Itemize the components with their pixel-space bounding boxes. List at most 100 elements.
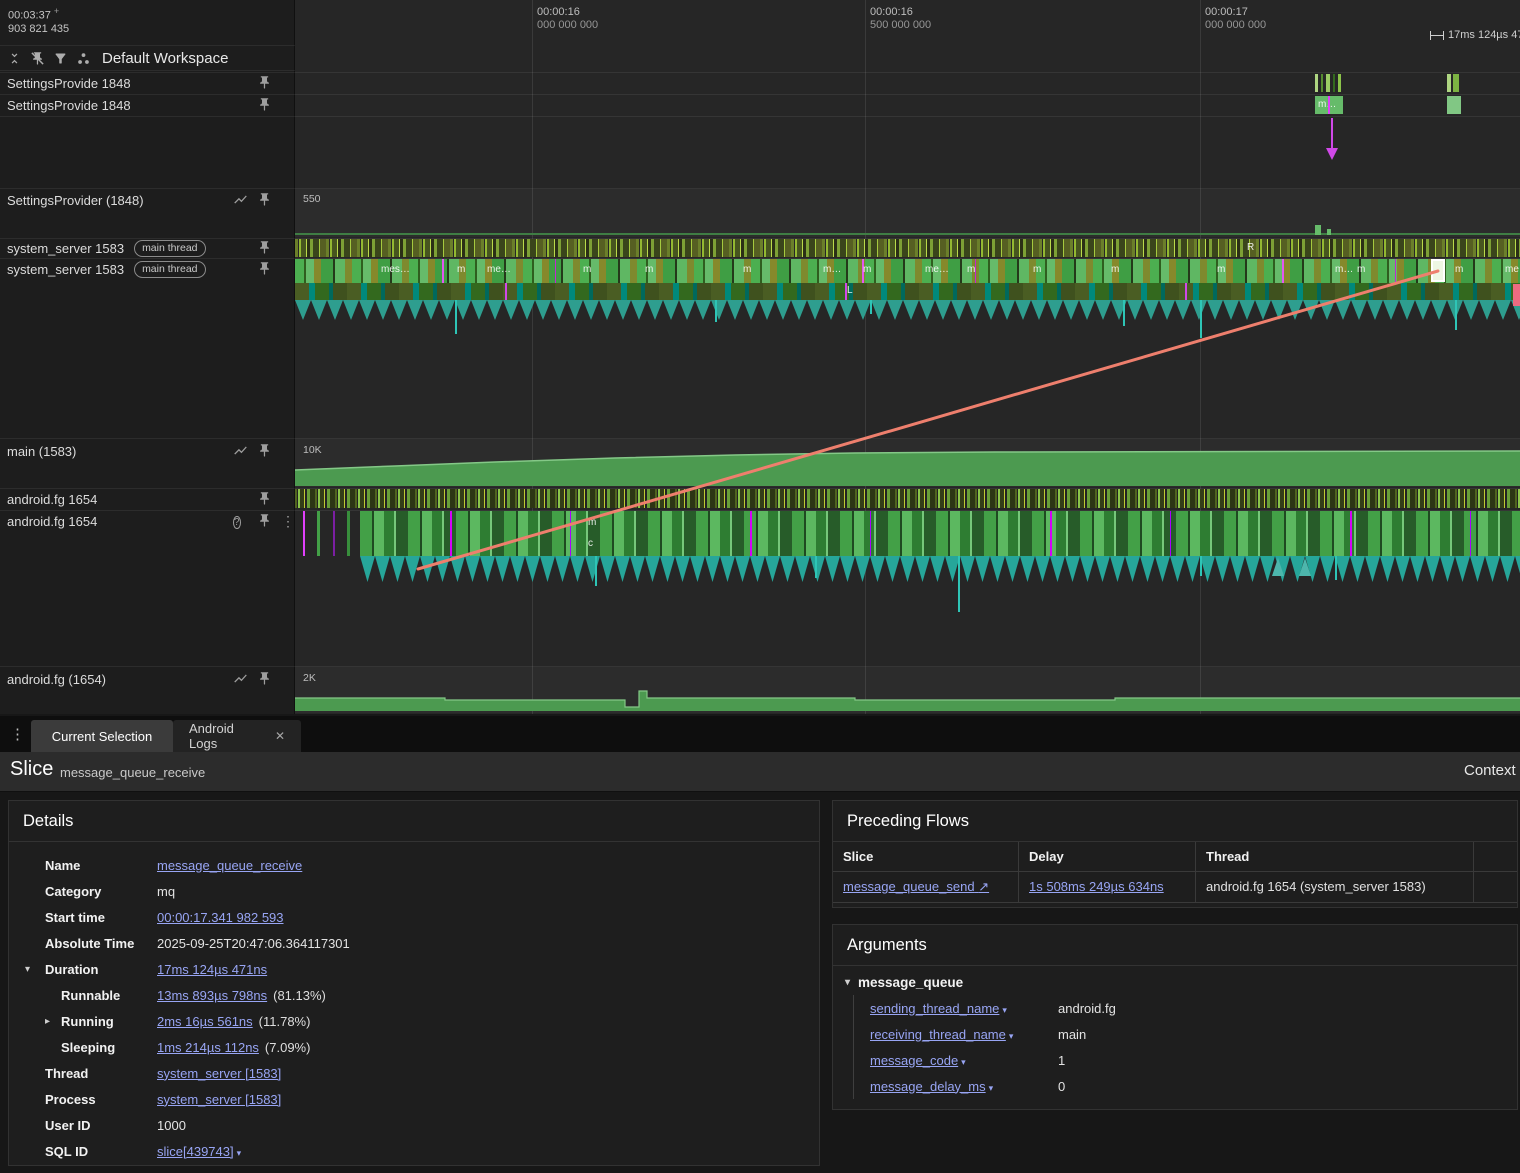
chart-icon[interactable]: [233, 671, 248, 686]
trace-slice[interactable]: [333, 511, 335, 556]
start-time-link[interactable]: 00:00:17.341 982 593: [157, 910, 284, 925]
detail-row-absolute-time: Absolute Time 2025-09-25T20:47:06.364117…: [45, 935, 350, 951]
selected-slice[interactable]: [1431, 259, 1445, 282]
track-row-system-server-2[interactable]: system_server 1583 main thread: [0, 259, 295, 279]
detail-row-duration: ▾ Duration 17ms 124µs 471ns: [25, 961, 268, 977]
android-fg-slice-band[interactable]: [295, 489, 1520, 508]
flow-delay-link[interactable]: 1s 508ms 249µs 634ns: [1029, 879, 1164, 894]
trace-slice[interactable]: [1328, 96, 1330, 114]
sleeping-link[interactable]: 1ms 214µs 112ns: [157, 1040, 259, 1055]
trace-slice[interactable]: [1513, 284, 1520, 306]
slice-text: m: [457, 264, 466, 275]
chart-icon[interactable]: [233, 192, 248, 207]
track-name: android.fg (1654): [7, 671, 107, 687]
thread-state-sawtooth: [360, 556, 1520, 582]
flow-slice-link[interactable]: message_queue_send ↗: [843, 879, 989, 894]
chevron-down-icon[interactable]: ▾: [237, 1148, 242, 1159]
selection-header: Slice message_queue_receive Context: [0, 752, 1520, 792]
runnable-link[interactable]: 13ms 893µs 798ns: [157, 988, 267, 1003]
pin-icon[interactable]: [257, 671, 272, 686]
trace-slice[interactable]: [317, 511, 320, 556]
expander-running[interactable]: ▸: [45, 1016, 50, 1027]
unpin-all-icon[interactable]: [29, 50, 45, 66]
running-link[interactable]: 2ms 16µs 561ns: [157, 1014, 253, 1029]
pin-icon[interactable]: [257, 192, 272, 207]
trace-slice[interactable]: [1326, 74, 1330, 92]
selection-kind-label: Slice: [10, 758, 54, 780]
counter-track-area[interactable]: [295, 439, 1520, 487]
slice-name-link[interactable]: message_queue_receive: [157, 858, 302, 873]
chevron-down-icon[interactable]: ▾: [1002, 1005, 1007, 1016]
pin-icon[interactable]: [257, 513, 272, 528]
thread-state-band[interactable]: L: [295, 283, 1520, 300]
trace-slice[interactable]: [1447, 74, 1451, 92]
trace-slice[interactable]: [1333, 74, 1335, 92]
kebab-menu-icon[interactable]: ⋮: [281, 513, 295, 529]
trace-slice[interactable]: [1447, 96, 1461, 114]
chart-icon[interactable]: [233, 443, 248, 458]
filter-icon[interactable]: [52, 50, 68, 66]
arg-key-link[interactable]: receiving_thread_name ▾: [870, 1027, 1013, 1042]
pin-icon[interactable]: [257, 97, 272, 112]
close-icon[interactable]: ✕: [275, 729, 285, 743]
pin-icon[interactable]: [257, 443, 272, 458]
context-button[interactable]: Context: [1464, 762, 1516, 779]
ruler-tick: 00:00:16 500 000 000: [870, 6, 931, 32]
collapse-all-icon[interactable]: [6, 50, 22, 66]
wakeup-spike: [1335, 556, 1337, 580]
tab-menu-icon[interactable]: ⋮: [10, 725, 25, 743]
detail-row-running: ▸ Running 2ms 16µs 561ns (11.78%): [45, 1013, 311, 1029]
track-name: SettingsProvide 1848: [7, 97, 131, 113]
duration-link[interactable]: 17ms 124µs 471ns: [157, 962, 267, 977]
pin-icon[interactable]: [257, 75, 272, 90]
divider: [0, 258, 1520, 259]
track-row-system-server-1[interactable]: system_server 1583 main thread: [0, 238, 295, 258]
help-icon[interactable]: ?: [233, 513, 241, 529]
slice-text: m: [743, 264, 752, 275]
thread-link[interactable]: system_server [1583]: [157, 1066, 281, 1081]
expander-message-queue[interactable]: ▾: [845, 977, 850, 988]
process-link[interactable]: system_server [1583]: [157, 1092, 281, 1107]
chevron-down-icon[interactable]: ▾: [989, 1083, 994, 1094]
workspace-title[interactable]: Default Workspace: [102, 50, 228, 67]
arg-key-link[interactable]: message_delay_ms ▾: [870, 1079, 993, 1094]
arg-key-link[interactable]: sending_thread_name ▾: [870, 1001, 1007, 1016]
counter-track-area[interactable]: [295, 189, 1520, 237]
track-row-settingsprovide-1[interactable]: SettingsProvide 1848: [0, 73, 295, 93]
selection-duration-label: 17ms 124µs 47: [1448, 29, 1520, 41]
counter-scale-2k: 2K: [303, 672, 316, 684]
track-name: SettingsProvide 1848: [7, 75, 131, 91]
trace-canvas[interactable]: 00:00:16 000 000 000 00:00:16 500 000 00…: [295, 0, 1520, 714]
trace-slice[interactable]: [347, 511, 350, 556]
tab-android-logs[interactable]: Android Logs ✕: [173, 720, 301, 752]
track-row-settingsprovider-counter[interactable]: SettingsProvider (1848): [0, 190, 295, 210]
external-link-icon: ↗: [978, 879, 990, 894]
track-row-main-counter[interactable]: main (1583): [0, 441, 295, 461]
android-fg-slice-band[interactable]: m c: [360, 511, 1520, 556]
arg-key-link[interactable]: message_code ▾: [870, 1053, 966, 1068]
track-row-android-fg-1[interactable]: android.fg 1654: [0, 489, 295, 509]
trace-slice[interactable]: [1315, 74, 1318, 92]
trace-slice[interactable]: [303, 511, 305, 556]
workspaces-icon[interactable]: [75, 50, 91, 66]
chevron-down-icon[interactable]: ▾: [1009, 1031, 1014, 1042]
flows-header-slice: Slice: [833, 842, 1019, 872]
track-row-android-fg-counter[interactable]: android.fg (1654): [0, 669, 295, 689]
sql-id-link[interactable]: slice[439743] ▾: [157, 1144, 241, 1159]
slice-text: m: [967, 264, 976, 275]
pin-icon[interactable]: [257, 261, 272, 276]
trace-slice[interactable]: [1321, 74, 1323, 92]
track-name: system_server 1583: [7, 240, 125, 256]
system-server-slice-band[interactable]: R: [295, 239, 1520, 257]
trace-slice[interactable]: [1338, 74, 1341, 92]
trace-slice[interactable]: [1453, 74, 1459, 92]
tab-current-selection[interactable]: Current Selection: [31, 720, 173, 752]
chevron-down-icon[interactable]: ▾: [961, 1057, 966, 1068]
pin-icon[interactable]: [257, 240, 272, 255]
counter-track-area[interactable]: [295, 667, 1520, 713]
track-row-android-fg-2[interactable]: android.fg 1654 ? ⋮: [0, 511, 295, 531]
system-server-slice-band[interactable]: mes… m me… m m m m… m me… m m m m m… m m…: [295, 259, 1520, 283]
expander-duration[interactable]: ▾: [25, 964, 30, 975]
pin-icon[interactable]: [257, 491, 272, 506]
track-row-settingsprovide-2[interactable]: SettingsProvide 1848: [0, 95, 295, 115]
